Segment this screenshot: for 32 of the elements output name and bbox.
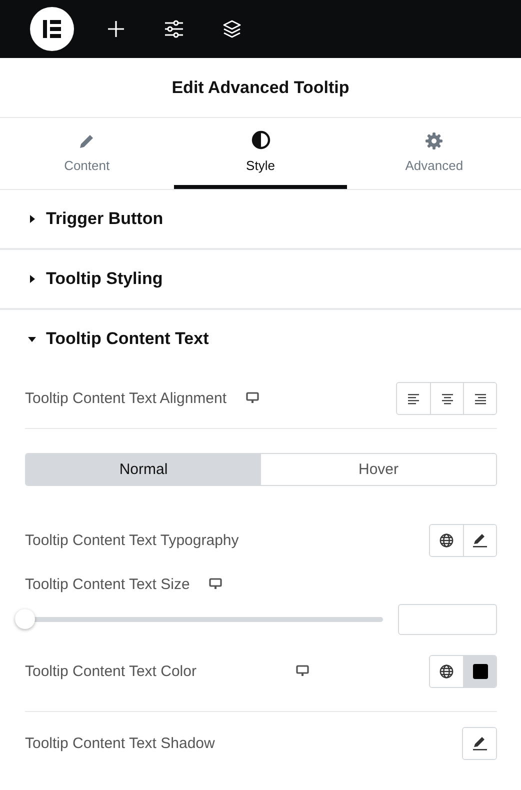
plus-icon — [107, 20, 125, 38]
monitor-icon[interactable] — [208, 578, 222, 590]
control-label: Tooltip Content Text Shadow — [25, 734, 215, 752]
pencil-icon — [78, 132, 96, 150]
control-label: Tooltip Content Text Color — [25, 662, 196, 680]
section-header[interactable]: Trigger Button — [0, 190, 521, 248]
globe-icon — [439, 532, 454, 548]
size-input[interactable] — [398, 604, 497, 634]
color-picker-button[interactable] — [463, 656, 496, 686]
panel-title: Edit Advanced Tooltip — [172, 78, 350, 98]
pencil-icon — [472, 735, 488, 751]
layers-icon — [222, 19, 242, 39]
logo-icon[interactable] — [30, 7, 74, 51]
gear-icon — [425, 132, 444, 150]
globe-icon — [439, 664, 454, 678]
section-header[interactable]: Tooltip Content Text — [0, 310, 521, 368]
edit-button[interactable] — [463, 524, 496, 556]
control-label: Tooltip Content Text Typography — [25, 532, 239, 548]
tab[interactable]: Style — [174, 118, 348, 189]
pencil-icon — [472, 532, 488, 548]
slider-thumb[interactable] — [15, 609, 35, 629]
contrast-icon — [250, 130, 270, 150]
monitor-icon[interactable] — [246, 392, 259, 404]
monitor-icon[interactable] — [296, 665, 310, 677]
sliders-icon — [164, 20, 184, 38]
tab[interactable]: Content — [0, 118, 174, 189]
state-tab[interactable]: Normal — [26, 454, 261, 485]
control-label: Tooltip Content Text Alignment — [25, 390, 227, 406]
tab[interactable]: Advanced — [347, 118, 521, 189]
section-header[interactable]: Tooltip Styling — [0, 250, 521, 308]
control-label: Tooltip Content Text Size — [25, 576, 190, 592]
align-button[interactable] — [463, 382, 496, 414]
